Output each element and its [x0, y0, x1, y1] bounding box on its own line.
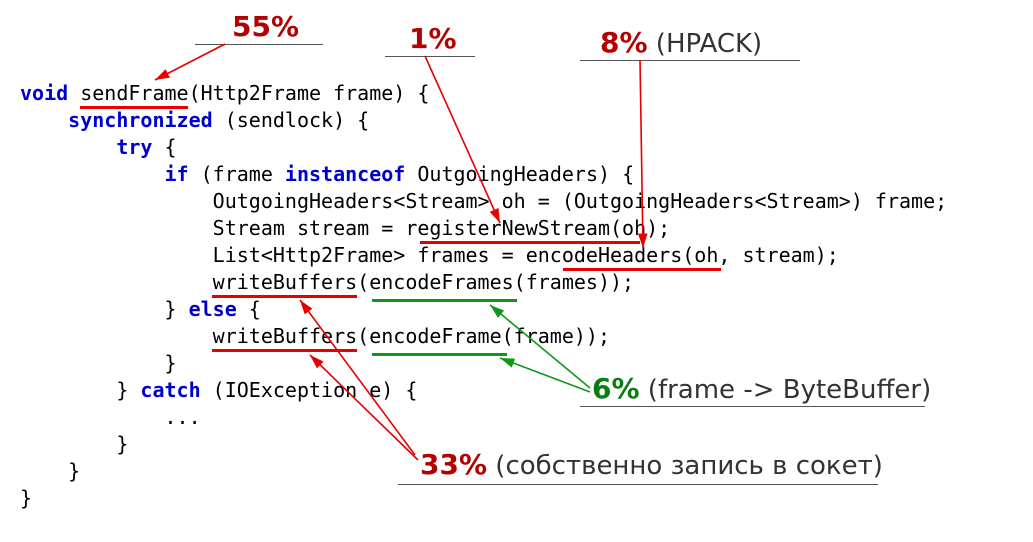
fn-sendFrame: sendFrame [80, 81, 188, 105]
l15: } [68, 459, 80, 483]
anno-8-pct: 8% [600, 26, 648, 59]
l14: } [116, 432, 128, 456]
anno-1-ul [385, 56, 475, 57]
l12b: } [116, 378, 140, 402]
anno-6: 6% (frame -> ByteBuffer) [592, 370, 931, 408]
anno-55-ul [195, 44, 323, 45]
l8: writeBuffers(encodeFrames(frames)); [213, 270, 634, 294]
kw-sync: synchronized [68, 108, 213, 132]
anno-8: 8% (HPACK) [600, 24, 762, 62]
l7: List<Http2Frame> frames = encodeHeaders(… [213, 243, 839, 267]
anno-8-note: (HPACK) [648, 29, 763, 59]
kw-else: else [189, 297, 237, 321]
ul-sendFrame [80, 106, 188, 109]
ul-registerNewStream [420, 241, 640, 244]
anno-33: 33% (собственно запись в сокет) [420, 446, 883, 484]
kw-try: try [116, 135, 152, 159]
l6: Stream stream = registerNewStream(oh); [213, 216, 671, 240]
arrow-55 [155, 44, 225, 80]
l9b: } [165, 297, 189, 321]
l2r: (sendlock) { [213, 108, 370, 132]
l5: OutgoingHeaders<Stream> oh = (OutgoingHe… [213, 189, 948, 213]
anno-33-pct: 33% [420, 448, 487, 481]
l16: } [20, 486, 32, 510]
kw-instanceof: instanceof [285, 162, 405, 186]
l13: ... [165, 405, 201, 429]
l10: writeBuffers(encodeFrame(frame)); [213, 324, 610, 348]
kw-if: if [165, 162, 189, 186]
ul-encodeFrames [372, 299, 517, 302]
anno-6-note: (frame -> ByteBuffer) [640, 375, 932, 405]
anno-1-pct: 1% [409, 22, 457, 55]
anno-55: 55% [232, 8, 299, 46]
sig: (Http2Frame frame) { [189, 81, 430, 105]
l3r: { [152, 135, 176, 159]
ul-writeBuffers-2 [212, 349, 357, 352]
ul-encodeFrame [372, 353, 507, 356]
anno-1: 1% [409, 20, 457, 58]
l4r: OutgoingHeaders) { [405, 162, 634, 186]
ul-writeBuffers-1 [212, 295, 357, 298]
anno-6-ul [580, 406, 925, 407]
anno-6-pct: 6% [592, 372, 640, 405]
anno-55-pct: 55% [232, 10, 299, 43]
anno-33-ul [398, 484, 878, 485]
ul-encodeHeaders [563, 268, 721, 271]
kw-catch: catch [140, 378, 200, 402]
anno-8-ul [580, 60, 800, 61]
l11: } [165, 351, 177, 375]
anno-33-note: (собственно запись в сокет) [487, 451, 883, 481]
l4m: (frame [189, 162, 285, 186]
l12r: (IOException e) { [201, 378, 418, 402]
l9r: { [237, 297, 261, 321]
kw-void: void [20, 81, 68, 105]
